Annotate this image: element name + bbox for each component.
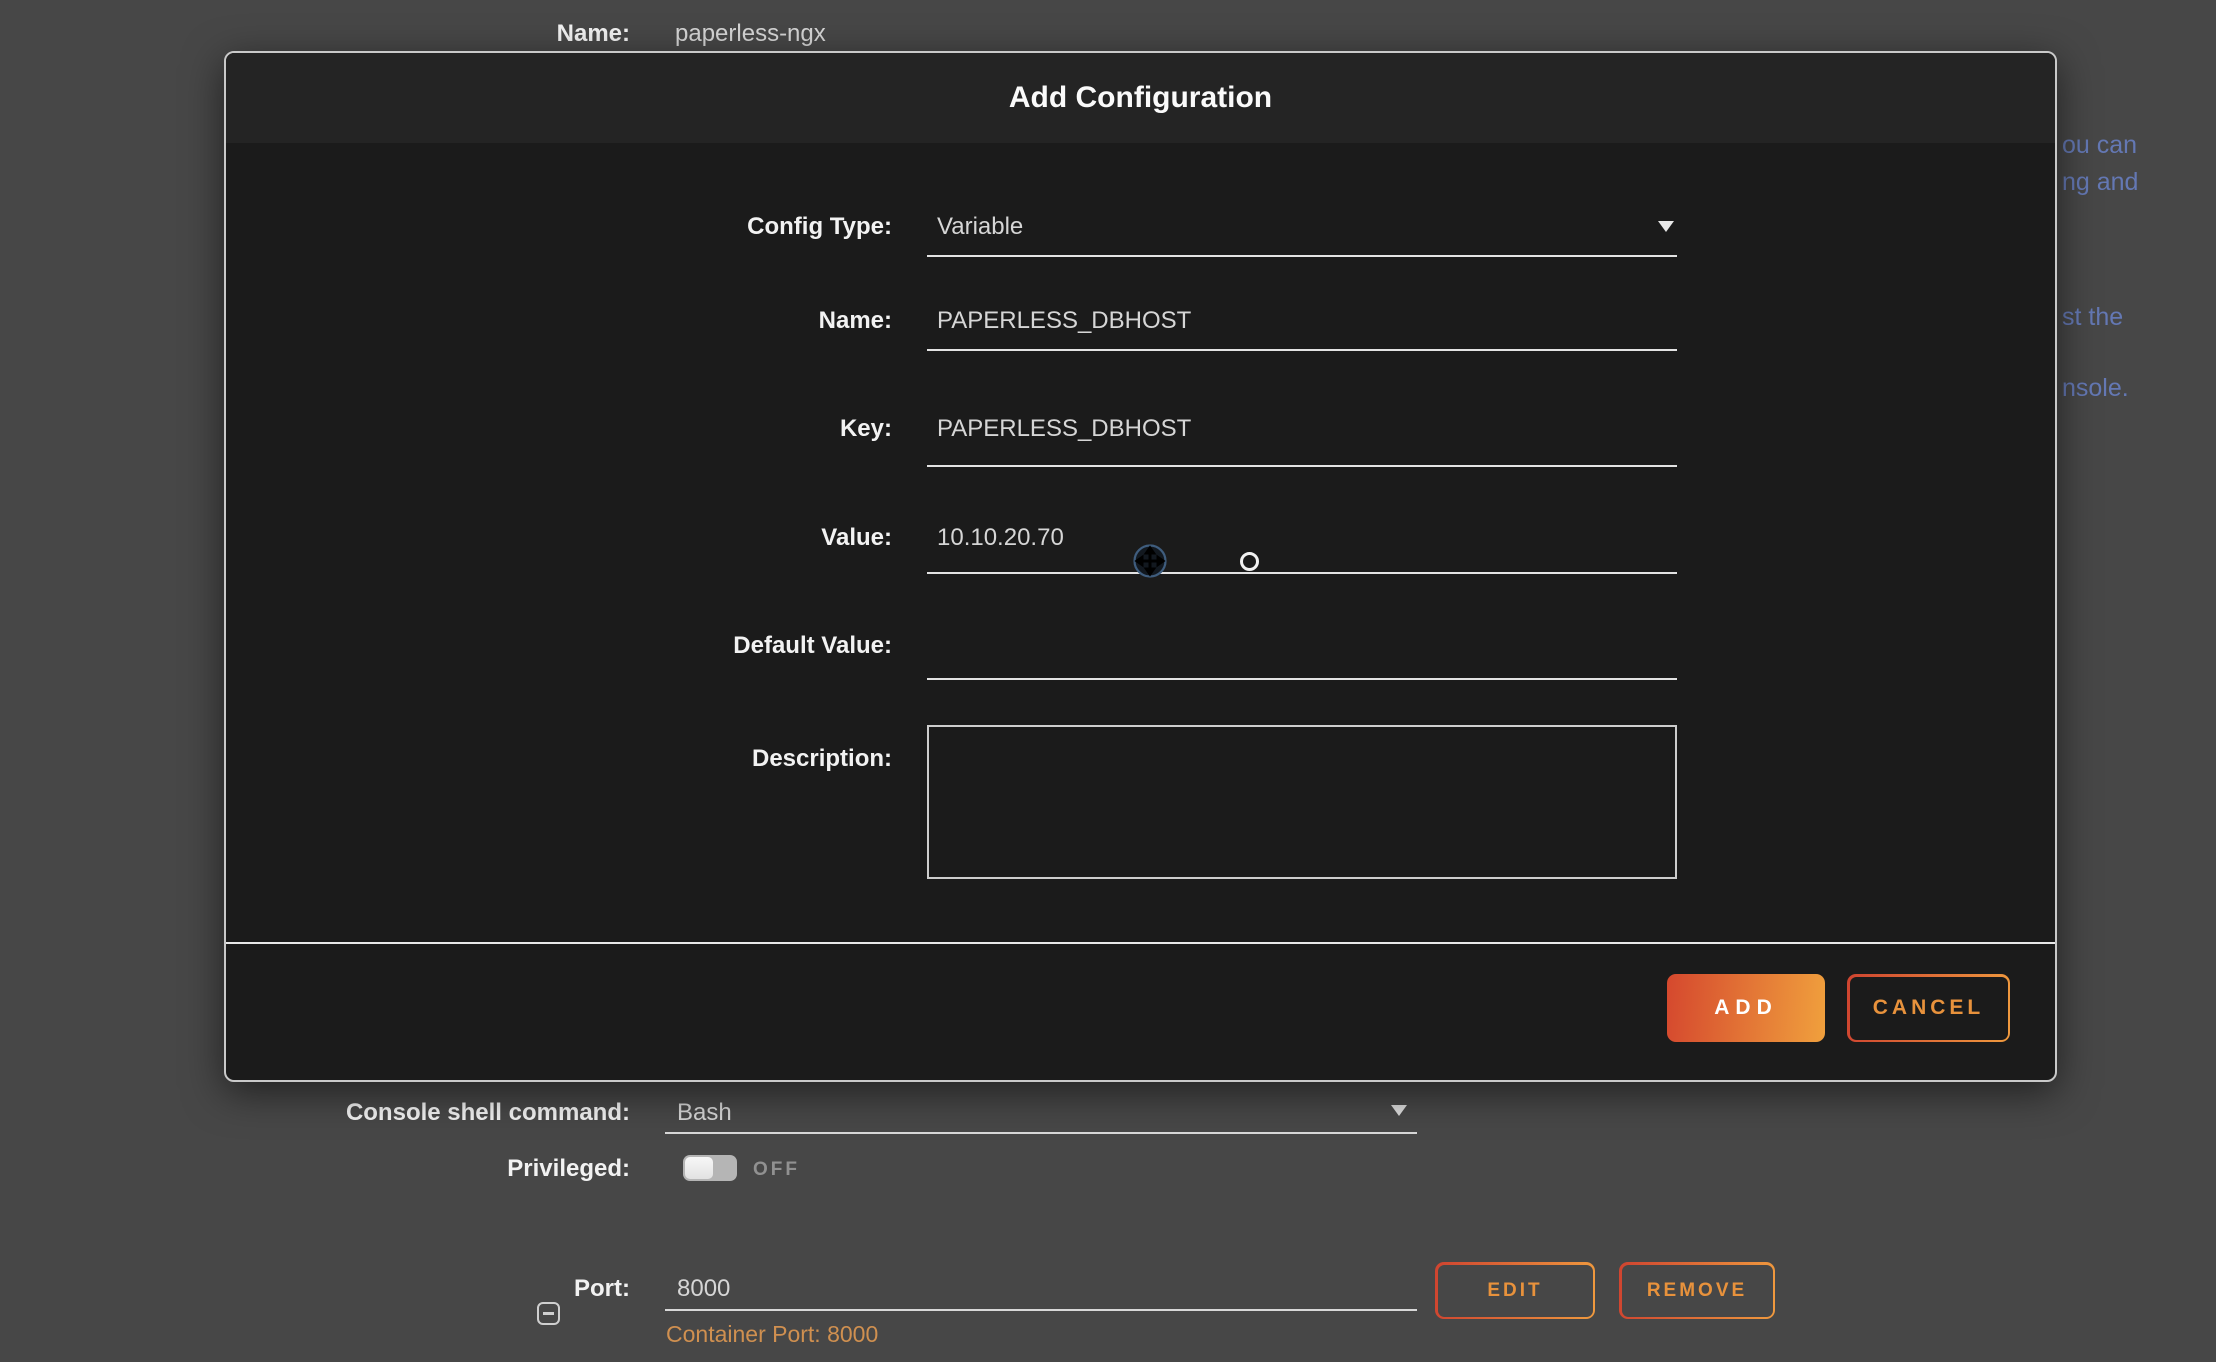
container-port-note: Container Port: 8000 xyxy=(666,1321,878,1348)
edit-button-label: EDIT xyxy=(1438,1265,1593,1317)
default-value-underline xyxy=(927,678,1677,680)
console-shell-value: Bash xyxy=(677,1099,732,1127)
dropdown-arrow-icon xyxy=(1658,221,1674,232)
port-value[interactable]: 8000 xyxy=(677,1275,730,1303)
description-textarea[interactable] xyxy=(927,725,1677,879)
add-button[interactable]: ADD xyxy=(1667,974,1825,1042)
privileged-toggle[interactable] xyxy=(683,1155,737,1181)
config-type-select[interactable]: Variable xyxy=(927,213,1677,243)
value-input[interactable]: 10.10.20.70 xyxy=(927,524,1677,554)
toggle-knob xyxy=(685,1157,713,1179)
dropdown-arrow-icon xyxy=(1391,1105,1407,1116)
collapse-icon[interactable] xyxy=(537,1302,560,1325)
default-value-input[interactable] xyxy=(927,632,1677,662)
modal-header: Add Configuration xyxy=(226,53,2055,143)
port-underline xyxy=(665,1309,1417,1311)
move-cursor-icon xyxy=(1132,543,1168,579)
default-value-label: Default Value: xyxy=(286,632,892,660)
modal-footer-divider xyxy=(226,942,2055,944)
modal-title: Add Configuration xyxy=(1009,81,1272,115)
name-underline xyxy=(927,349,1677,351)
value-underline xyxy=(927,572,1677,574)
edit-button[interactable]: EDIT xyxy=(1435,1262,1595,1319)
config-type-label: Config Type: xyxy=(286,213,892,241)
console-shell-select[interactable]: Bash xyxy=(665,1095,1417,1135)
help-text-fragment: ou can xyxy=(2062,131,2137,160)
name-input[interactable]: PAPERLESS_DBHOST xyxy=(927,307,1677,337)
container-name-label: Name: xyxy=(150,20,630,48)
privileged-label: Privileged: xyxy=(150,1155,630,1183)
cancel-button[interactable]: CANCEL xyxy=(1847,974,2010,1042)
console-shell-label: Console shell command: xyxy=(150,1099,630,1127)
cancel-button-label: CANCEL xyxy=(1850,977,2008,1040)
console-shell-underline xyxy=(665,1132,1417,1134)
description-label: Description: xyxy=(286,745,892,773)
help-text-fragment: st the xyxy=(2062,303,2123,332)
drag-handle-dot-icon xyxy=(1240,552,1259,571)
name-label: Name: xyxy=(286,307,892,335)
key-label: Key: xyxy=(286,415,892,443)
container-name-value[interactable]: paperless-ngx xyxy=(675,20,826,48)
port-label: Port: xyxy=(150,1275,630,1303)
help-text-fragment: nsole. xyxy=(2062,374,2129,403)
remove-button-label: REMOVE xyxy=(1622,1265,1773,1317)
add-configuration-modal: Add Configuration Config Type: Variable … xyxy=(224,51,2057,1082)
privileged-state-text: OFF xyxy=(753,1159,800,1181)
page-root: { "colors": { "page_background": "#47474… xyxy=(0,0,2216,1362)
key-underline xyxy=(927,465,1677,467)
config-type-underline xyxy=(927,255,1677,257)
remove-button[interactable]: REMOVE xyxy=(1619,1262,1775,1319)
help-text-fragment: ng and xyxy=(2062,168,2138,197)
value-label: Value: xyxy=(286,524,892,552)
key-input[interactable]: PAPERLESS_DBHOST xyxy=(927,415,1677,445)
